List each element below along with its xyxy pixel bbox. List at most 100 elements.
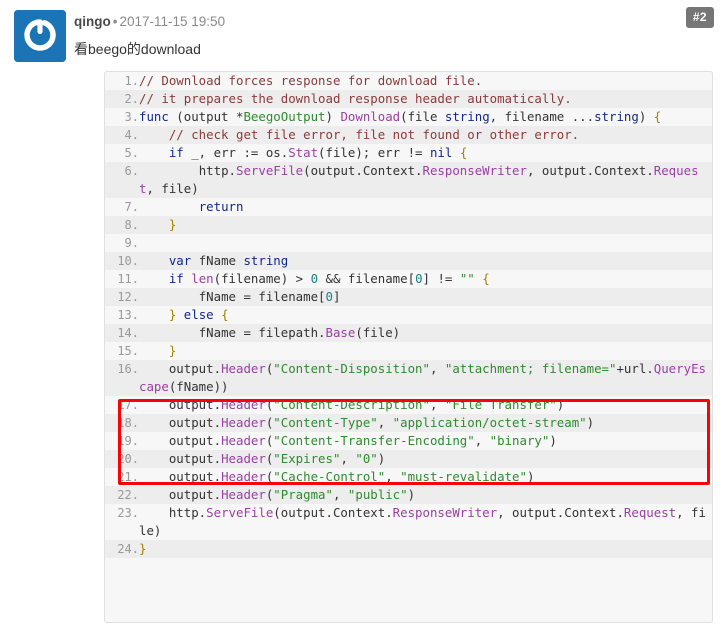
code-token: (fName)) — [168, 379, 229, 394]
code-token: { — [482, 271, 490, 286]
line-content: output.Header("Expires", "0") — [139, 450, 712, 468]
code-token: output. — [139, 469, 222, 484]
line-number[interactable]: 6. — [105, 162, 139, 198]
code-token: (output.Context. — [273, 505, 393, 520]
line-number[interactable]: 23. — [105, 504, 139, 540]
line-number[interactable]: 11. — [105, 270, 139, 288]
comment-timestamp: 2017-11-15 19:50 — [119, 14, 226, 29]
code-token: "Cache-Control" — [273, 469, 386, 484]
line-number[interactable]: 14. — [105, 324, 139, 342]
code-token: var — [168, 253, 192, 268]
line-content: } — [139, 342, 712, 360]
code-token: Header — [221, 487, 266, 502]
line-number[interactable]: 15. — [105, 342, 139, 360]
line-content: fName = filename[0] — [139, 288, 712, 306]
code-token: Header — [221, 361, 266, 376]
code-token: Header — [221, 433, 266, 448]
code-token: http. — [139, 163, 236, 178]
comment-index-badge[interactable]: #2 — [685, 7, 714, 28]
code-token: , — [340, 451, 356, 466]
line-number[interactable]: 2. — [105, 90, 139, 108]
comment-header: qingo • 2017-11-15 19:50 看beego的download #… — [0, 0, 724, 62]
comment-container: qingo • 2017-11-15 19:50 看beego的download #… — [0, 0, 724, 641]
code-token: , — [474, 433, 490, 448]
line-number[interactable]: 1. — [105, 72, 139, 90]
code-token: fName = filename[ — [139, 289, 326, 304]
code-line: 17. output.Header("Content-Description",… — [105, 396, 712, 414]
code-line: 9. — [105, 234, 712, 252]
code-line: 6. http.ServeFile(output.Context.Respons… — [105, 162, 712, 198]
line-content: output.Header("Content-Description", "Fi… — [139, 396, 712, 414]
code-token: "binary" — [489, 433, 550, 448]
line-content: http.ServeFile(output.Context.ResponseWr… — [139, 162, 712, 198]
code-line: 20. output.Header("Expires", "0") — [105, 450, 712, 468]
comment-body-text: 看beego的download — [74, 41, 201, 57]
line-number[interactable]: 17. — [105, 396, 139, 414]
code-token: if — [168, 271, 184, 286]
line-number[interactable]: 7. — [105, 198, 139, 216]
code-token: Stat — [288, 145, 319, 160]
code-line: 4. // check get file error, file not fou… — [105, 126, 712, 144]
line-number[interactable]: 8. — [105, 216, 139, 234]
line-content: if _, err := os.Stat(file); err != nil { — [139, 144, 712, 162]
code-token: , — [429, 397, 445, 412]
code-token: +url. — [616, 361, 654, 376]
code-line: 19. output.Header("Content-Transfer-Enco… — [105, 432, 712, 450]
line-number[interactable]: 24. — [105, 540, 139, 558]
code-line: 18. output.Header("Content-Type", "appli… — [105, 414, 712, 432]
code-token: if — [168, 145, 184, 160]
line-number[interactable]: 9. — [105, 234, 139, 252]
line-number[interactable]: 12. — [105, 288, 139, 306]
code-token: , — [429, 361, 445, 376]
code-token: (filename) > — [213, 271, 311, 286]
code-token: len — [191, 271, 214, 286]
code-token: // check get file error, file not found … — [168, 127, 580, 142]
line-number[interactable]: 20. — [105, 450, 139, 468]
line-content: } — [139, 540, 712, 558]
line-content: func (output *BeegoOutput) Download(file… — [139, 108, 712, 126]
line-number[interactable]: 13. — [105, 306, 139, 324]
line-number[interactable]: 4. — [105, 126, 139, 144]
code-line: 23. http.ServeFile(output.Context.Respon… — [105, 504, 712, 540]
line-content — [139, 234, 712, 252]
line-number[interactable]: 3. — [105, 108, 139, 126]
code-token: , — [377, 415, 393, 430]
code-line: 5. if _, err := os.Stat(file); err != ni… — [105, 144, 712, 162]
code-line: 11. if len(filename) > 0 && filename[0] … — [105, 270, 712, 288]
line-number[interactable]: 19. — [105, 432, 139, 450]
comment-author[interactable]: qingo — [74, 14, 111, 29]
line-number[interactable]: 21. — [105, 468, 139, 486]
line-content: // check get file error, file not found … — [139, 126, 712, 144]
line-number[interactable]: 16. — [105, 360, 139, 396]
code-token: (file); err != — [318, 145, 430, 160]
code-token: output. — [139, 487, 222, 502]
code-token: , filename ... — [489, 109, 595, 124]
code-token: "Content-Transfer-Encoding" — [273, 433, 475, 448]
code-token: nil — [429, 145, 453, 160]
code-line: 10. var fName string — [105, 252, 712, 270]
code-token: else — [183, 307, 214, 322]
code-token: Download — [340, 109, 401, 124]
line-number[interactable]: 18. — [105, 414, 139, 432]
code-token: 0 — [310, 271, 319, 286]
line-number[interactable]: 22. — [105, 486, 139, 504]
code-token: { — [459, 145, 468, 160]
code-token: (file) — [355, 325, 401, 340]
line-number[interactable]: 10. — [105, 252, 139, 270]
code-token: "0" — [355, 451, 378, 466]
line-number[interactable]: 5. — [105, 144, 139, 162]
code-token: ) — [377, 451, 386, 466]
code-token: BeegoOutput — [243, 109, 326, 124]
code-block[interactable]: 1.// Download forces response for downlo… — [104, 71, 713, 623]
avatar[interactable] — [14, 10, 66, 62]
code-token: (output * — [168, 109, 244, 124]
code-token: , — [332, 487, 348, 502]
line-content: var fName string — [139, 252, 712, 270]
code-token: "Content-Disposition" — [273, 361, 430, 376]
code-token: http. — [139, 505, 207, 520]
